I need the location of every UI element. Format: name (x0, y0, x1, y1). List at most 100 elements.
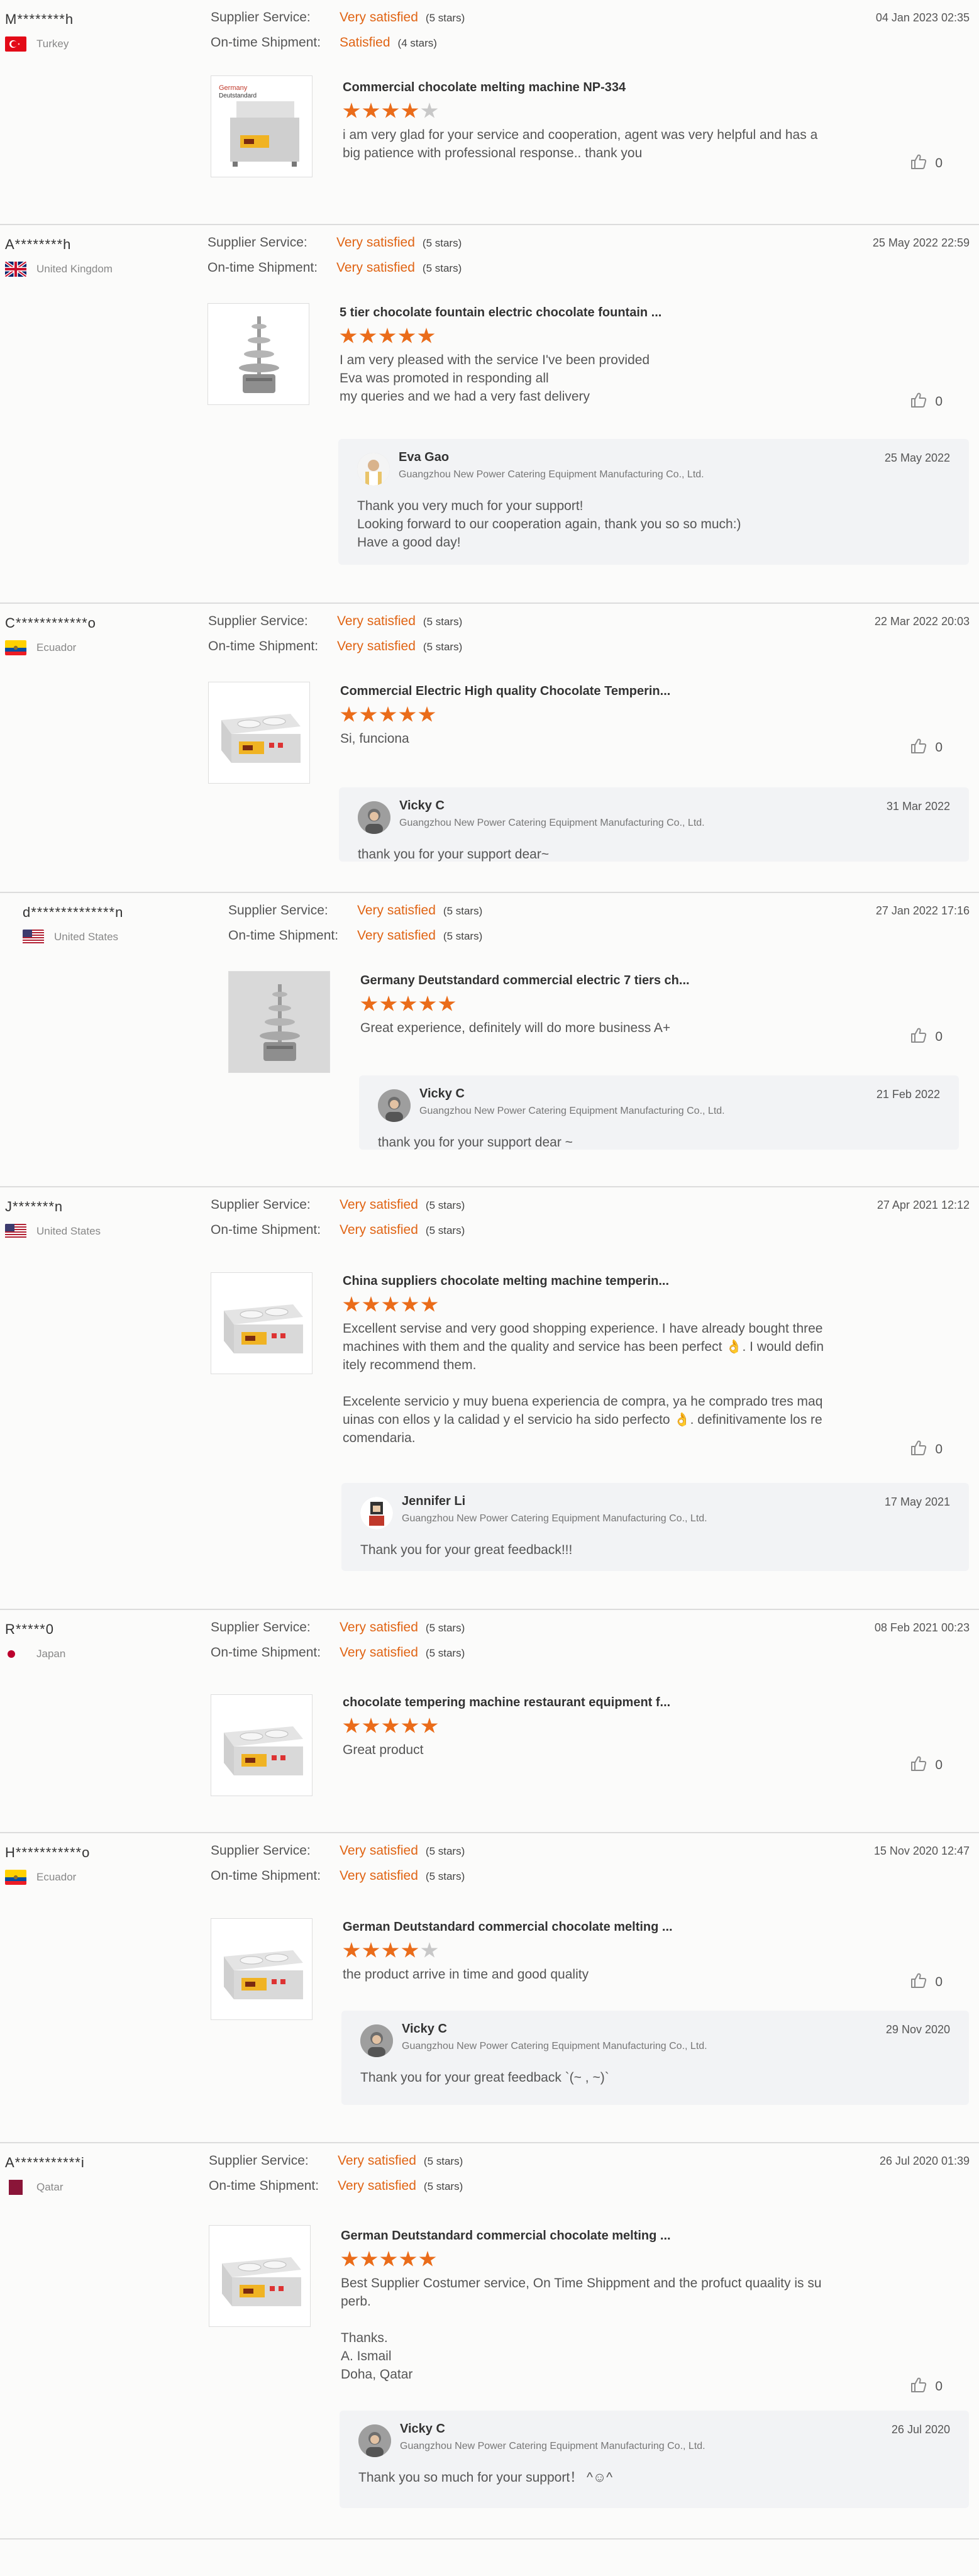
thumbs-up-icon (910, 1972, 927, 1992)
like-button[interactable]: 0 (910, 153, 943, 174)
on-time-shipment-value: Very satisfied (340, 1645, 418, 1660)
like-count: 0 (935, 394, 943, 409)
on-time-shipment-row: On-time Shipment: Satisfied (4 stars) (211, 35, 651, 60)
buyer-info: H***********o Ecuador (5, 1845, 194, 1885)
rating-summary: Supplier Service: Very satisfied (5 stars)… (211, 1197, 651, 1248)
star-filled-icon (360, 996, 378, 1011)
on-time-shipment-label: On-time Shipment: (211, 1868, 321, 1883)
avatar (378, 1089, 411, 1122)
avatar (358, 2424, 391, 2457)
on-time-shipment-value: Very satisfied (357, 928, 436, 943)
turkey-flag (5, 36, 26, 52)
thumbs-up-icon (910, 153, 927, 174)
star-filled-icon (418, 328, 435, 343)
review-date: 26 Jul 2020 01:39 (879, 2155, 970, 2167)
review-date: 25 May 2022 22:59 (872, 236, 970, 249)
reply-date: 21 Feb 2022 (876, 1088, 940, 1101)
star-filled-icon (343, 1718, 360, 1733)
like-button[interactable]: 0 (910, 1755, 943, 1775)
like-button[interactable]: 0 (910, 1439, 943, 1460)
review-body: chocolate tempering machine restaurant e… (343, 1696, 858, 1759)
star-filled-icon (401, 1296, 419, 1312)
like-button[interactable]: 0 (910, 2376, 943, 2397)
supplier-service-row: Supplier Service: Very satisfied (5 stars) (228, 903, 668, 928)
thumbs-up-icon (910, 391, 927, 412)
supplier-service-label: Supplier Service: (211, 1843, 311, 1858)
like-button[interactable]: 0 (910, 391, 943, 412)
product-title-link[interactable]: German Deutstandard commercial chocolate… (343, 1920, 858, 1935)
melting-machine-image[interactable] (211, 1918, 313, 2020)
supplier-service-value: Very satisfied (336, 235, 415, 250)
product-title-link[interactable]: German Deutstandard commercial chocolate… (341, 2229, 856, 2243)
rating-summary: Supplier Service: Very satisfied (5 stars)… (211, 1843, 651, 1894)
buyer-name: A********h (5, 236, 72, 252)
product-title-link[interactable]: Commercial chocolate melting machine NP-… (343, 80, 858, 95)
country-name: Ecuador (36, 641, 77, 653)
chocolate-fountain-image[interactable] (207, 303, 309, 405)
on-time-shipment-stars: (5 stars) (425, 1647, 465, 1659)
supplier-service-stars: (5 stars) (425, 12, 465, 24)
review-comment: I am very pleased with the service I've … (340, 353, 650, 404)
reply-company: Guangzhou New Power Catering Equipment M… (419, 1106, 725, 1116)
product-title-link[interactable]: Commercial Electric High quality Chocola… (340, 684, 856, 699)
on-time-shipment-label: On-time Shipment: (211, 35, 321, 50)
buyer-info: C************o Ecuador (5, 615, 194, 655)
like-button[interactable]: 0 (910, 1972, 943, 1992)
ecuador-flag (5, 1870, 26, 1885)
uk-flag (5, 262, 26, 277)
product-title-link[interactable]: Germany Deutstandard commercial electric… (360, 974, 876, 988)
buyer-name: d**************n (23, 904, 124, 920)
reply-text: Thank you for your great feedback `(~ , … (360, 2070, 609, 2085)
product-title-link[interactable]: 5 tier chocolate fountain electric choco… (340, 306, 855, 320)
seven-tier-fountain-image[interactable] (228, 971, 330, 1073)
on-time-shipment-stars: (5 stars) (423, 641, 463, 653)
rating-summary: Supplier Service: Very satisfied (5 stars)… (207, 235, 648, 286)
country-name: Qatar (36, 2181, 64, 2193)
star-rating (340, 706, 856, 723)
country-name: Japan (36, 1648, 66, 1660)
supplier-service-stars: (5 stars) (425, 1199, 465, 1211)
svg-text:Germany: Germany (219, 84, 248, 92)
avatar (357, 453, 390, 486)
star-filled-icon (419, 2251, 436, 2267)
supplier-service-value: Very satisfied (357, 903, 436, 918)
avatar (360, 2024, 393, 2057)
star-filled-icon (380, 2251, 397, 2267)
reply-text: thank you for your support dear ~ (378, 1135, 573, 1150)
usa-flag (5, 1224, 26, 1239)
star-filled-icon (362, 1296, 380, 1312)
on-time-shipment-stars: (5 stars) (422, 262, 462, 274)
like-button[interactable]: 0 (910, 1026, 943, 1047)
avatar (360, 1497, 393, 1530)
supplier-service-row: Supplier Service: Very satisfied (5 stars) (211, 1197, 651, 1223)
on-time-shipment-label: On-time Shipment: (211, 1223, 321, 1237)
review-item: A***********i Qatar Supplier Service: Very … (0, 2143, 979, 2540)
like-button[interactable]: 0 (910, 737, 943, 758)
supplier-service-label: Supplier Service: (211, 1197, 311, 1212)
melting-machine-np334-image[interactable]: Germany Deutstandard (211, 75, 313, 177)
star-filled-icon (340, 328, 357, 343)
star-filled-icon (382, 103, 399, 118)
star-empty-icon (421, 1942, 438, 1958)
star-filled-icon (379, 328, 396, 343)
product-title-link[interactable]: chocolate tempering machine restaurant e… (343, 1696, 858, 1710)
buyer-name: A***********i (5, 2155, 85, 2170)
product-title-link[interactable]: China suppliers chocolate melting machin… (343, 1274, 858, 1289)
star-filled-icon (421, 1718, 438, 1733)
country-name: United States (54, 931, 119, 943)
star-filled-icon (343, 1942, 360, 1958)
reply-text: Thank you so much for your support！ ^☺^ (358, 2470, 613, 2485)
star-filled-icon (418, 706, 436, 722)
star-filled-icon (340, 706, 358, 722)
tempering-machine-image[interactable] (211, 1272, 313, 1374)
supplier-service-stars: (5 stars) (425, 1622, 465, 1634)
review-date: 27 Jan 2022 17:16 (875, 904, 970, 917)
tempering-machine-image[interactable] (211, 1694, 313, 1796)
usa-flag (23, 930, 44, 945)
review-date: 27 Apr 2021 12:12 (877, 1199, 970, 1211)
tempering-machine-image[interactable] (208, 682, 310, 784)
melting-machine-image[interactable] (209, 2225, 311, 2327)
reply-author-name: Jennifer Li (402, 1494, 466, 1508)
review-date: 08 Feb 2021 00:23 (874, 1621, 970, 1634)
star-rating (360, 996, 876, 1013)
